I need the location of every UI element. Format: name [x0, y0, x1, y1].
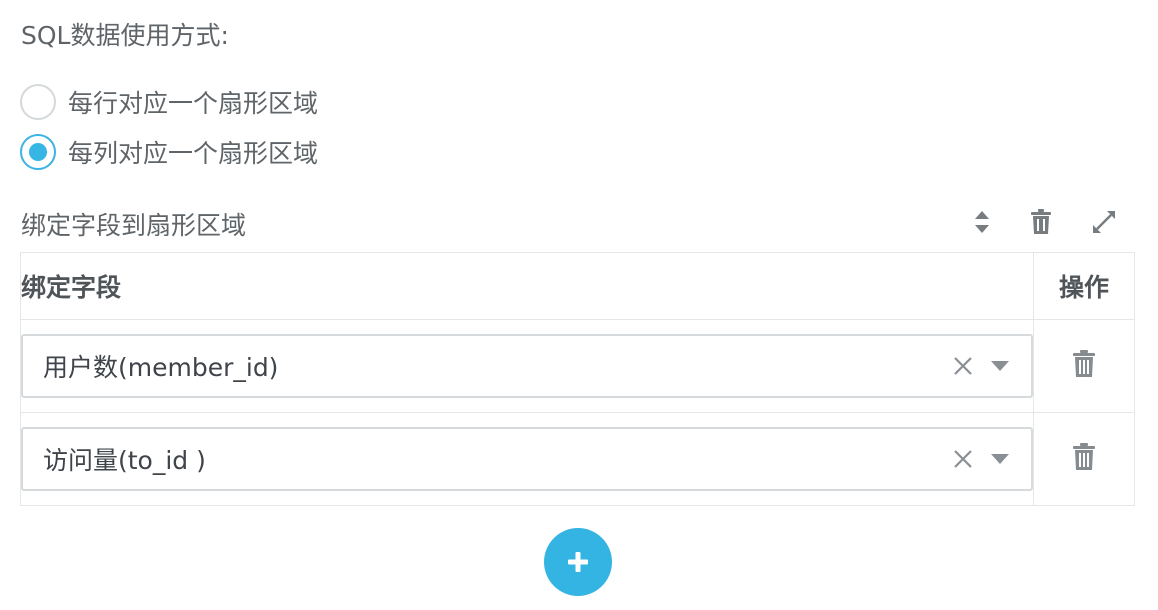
- plus-icon: [568, 552, 588, 572]
- sort-icon[interactable]: [967, 206, 997, 238]
- table-header-row: 绑定字段 操作: [20, 252, 1135, 320]
- radio-button-per-column[interactable]: [20, 134, 56, 170]
- field-select-value: 访问量(to_id ): [43, 446, 206, 475]
- radio-button-per-row[interactable]: [20, 84, 56, 120]
- chevron-down-icon[interactable]: [989, 448, 1011, 470]
- clear-icon[interactable]: [951, 354, 975, 378]
- chevron-down-icon[interactable]: [989, 355, 1011, 377]
- table-row: 访问量(to_id ): [20, 412, 1135, 506]
- expand-icon[interactable]: [1089, 206, 1119, 238]
- radio-option-per-row[interactable]: 每行对应一个扇形区域: [20, 84, 318, 120]
- trash-icon[interactable]: [1026, 206, 1056, 238]
- field-select[interactable]: 用户数(member_id): [21, 334, 1033, 398]
- field-select-value: 用户数(member_id): [43, 353, 279, 382]
- sql-mode-label: SQL数据使用方式:: [21, 21, 229, 50]
- radio-label-per-column: 每列对应一个扇形区域: [68, 139, 319, 168]
- radio-option-per-column[interactable]: 每列对应一个扇形区域: [20, 134, 318, 170]
- field-cell: 用户数(member_id): [20, 319, 1034, 413]
- clear-icon[interactable]: [951, 447, 975, 471]
- radio-label-per-row: 每行对应一个扇形区域: [68, 89, 319, 118]
- delete-row-icon[interactable]: [1072, 350, 1096, 378]
- delete-row-icon[interactable]: [1072, 443, 1096, 471]
- binding-table: 绑定字段 操作 用户数(member_id) 访问量(to_id): [20, 252, 1135, 506]
- binding-section-title: 绑定字段到扇形区域: [21, 211, 247, 240]
- add-row-button[interactable]: [544, 528, 612, 596]
- actions-cell: [1033, 319, 1135, 413]
- column-header-actions: 操作: [1033, 252, 1135, 320]
- field-select[interactable]: 访问量(to_id ): [21, 427, 1033, 491]
- table-row: 用户数(member_id): [20, 319, 1135, 413]
- column-header-field: 绑定字段: [20, 252, 1034, 320]
- actions-cell: [1033, 412, 1135, 506]
- field-cell: 访问量(to_id ): [20, 412, 1034, 506]
